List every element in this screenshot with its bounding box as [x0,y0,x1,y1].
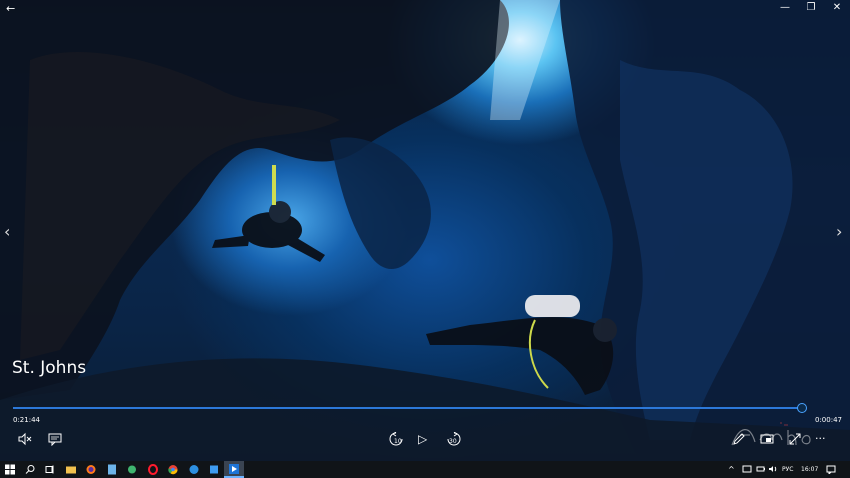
taskbar-item-movies-tv[interactable] [224,461,244,478]
skip-back-button[interactable]: 10 [389,431,405,450]
subtitles-icon [48,433,62,447]
minimize-button[interactable]: — [772,0,798,16]
tray-chevron-icon[interactable]: ^ [728,464,735,475]
edge-icon[interactable] [189,464,199,475]
chrome-icon[interactable] [168,464,178,475]
restore-button[interactable]: ❐ [798,0,824,16]
elapsed-time: 0:21:44 [13,416,40,424]
firefox-icon[interactable] [86,464,96,475]
seek-thumb[interactable] [797,403,807,413]
skip-forward-label: 30 [449,438,457,445]
video-title: St. Johns [12,358,87,378]
task-view-icon[interactable] [45,464,55,475]
channel-watermark [730,420,820,454]
video-frame[interactable] [0,0,850,461]
battery-icon[interactable] [756,464,766,474]
taskbar: ^ РУС 16:07 [0,461,850,478]
notifications-icon[interactable] [826,464,836,474]
diver-figure [212,165,325,262]
network-icon[interactable] [742,464,752,474]
clock[interactable]: 16:07 [801,464,818,475]
volume-icon[interactable] [768,464,778,474]
skip-forward-button[interactable]: 30 [445,431,461,450]
opera-icon[interactable] [148,464,158,475]
windows-start-icon[interactable] [5,464,15,475]
seek-bar[interactable] [13,407,803,409]
language-indicator[interactable]: РУС [782,464,793,475]
next-arrow[interactable]: › [836,222,842,241]
app-icon[interactable] [127,464,137,475]
speaker-muted-icon [18,432,32,446]
underwater-scene [0,0,850,461]
subtitles-button[interactable] [48,432,62,450]
window-controls: — ❐ ✕ [772,0,850,16]
previous-arrow[interactable]: ‹ [4,222,10,241]
store-icon[interactable] [209,464,219,475]
notepad-icon[interactable] [107,464,117,475]
file-explorer-icon[interactable] [66,464,76,475]
skip-back-label: 10 [394,438,402,445]
movies-tv-icon [229,464,239,474]
back-button[interactable]: ← [6,2,15,15]
play-button[interactable]: ▷ [418,432,427,446]
watermark-logo [731,422,811,446]
search-icon[interactable] [25,464,35,475]
mute-button[interactable] [18,432,32,450]
close-button[interactable]: ✕ [824,0,850,16]
